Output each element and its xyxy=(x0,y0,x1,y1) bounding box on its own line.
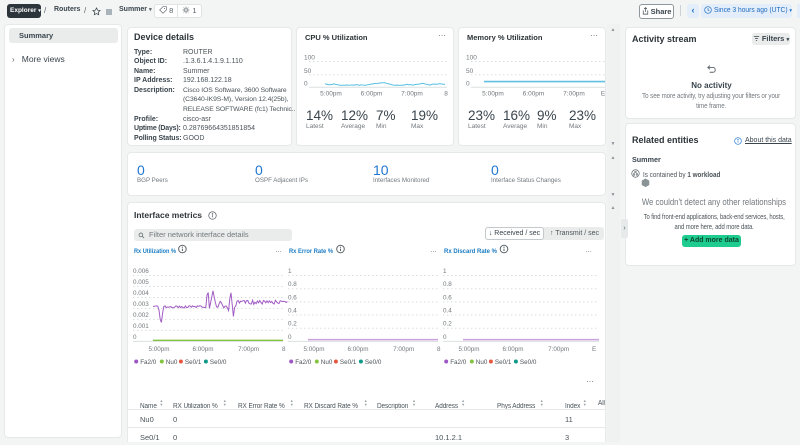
svg-text:0.005: 0.005 xyxy=(133,279,149,286)
svg-text:0.8: 0.8 xyxy=(443,281,452,288)
svg-text:0.4: 0.4 xyxy=(288,308,297,315)
svg-text:8: 8 xyxy=(282,346,286,353)
svg-text:Nu0: Nu0 xyxy=(476,359,488,366)
svg-text:E: E xyxy=(601,91,605,98)
svg-text:0.6: 0.6 xyxy=(443,294,452,301)
svg-text:0.2: 0.2 xyxy=(288,321,297,328)
svg-text:0.6: 0.6 xyxy=(288,294,297,301)
svg-text:7:00pm: 7:00pm xyxy=(393,346,414,353)
svg-text:50: 50 xyxy=(466,68,474,75)
svg-text:7:00pm: 7:00pm xyxy=(238,346,259,353)
svg-text:7:00pm: 7:00pm xyxy=(401,91,423,98)
svg-text:6:00pm: 6:00pm xyxy=(502,346,523,353)
svg-text:1: 1 xyxy=(443,268,447,275)
svg-text:E: E xyxy=(592,346,596,353)
svg-text:6:00pm: 6:00pm xyxy=(361,91,383,98)
svg-text:5:00pm: 5:00pm xyxy=(482,91,504,98)
svg-text:0: 0 xyxy=(466,80,470,87)
svg-text:…: … xyxy=(585,247,592,254)
svg-text:7:00pm: 7:00pm xyxy=(548,346,569,353)
svg-text:Se0/0: Se0/0 xyxy=(365,359,382,366)
svg-text:Fa2/0: Fa2/0 xyxy=(450,359,467,366)
svg-text:Rx Utilization %: Rx Utilization % xyxy=(134,248,176,255)
svg-text:Fa2/0: Fa2/0 xyxy=(295,359,312,366)
svg-text:8: 8 xyxy=(437,346,441,353)
svg-text:Se0/1: Se0/1 xyxy=(340,359,357,366)
svg-text:0.001: 0.001 xyxy=(133,323,149,330)
svg-text:Se0/0: Se0/0 xyxy=(520,359,537,366)
svg-text:…: … xyxy=(430,247,437,254)
svg-text:6:00pm: 6:00pm xyxy=(192,346,213,353)
svg-text:0: 0 xyxy=(133,334,137,341)
svg-text:0.8: 0.8 xyxy=(288,281,297,288)
svg-text:5:00pm: 5:00pm xyxy=(458,346,479,353)
svg-text:0.002: 0.002 xyxy=(133,312,149,319)
svg-text:0: 0 xyxy=(304,80,308,87)
svg-text:6:00pm: 6:00pm xyxy=(523,91,545,98)
svg-text:1: 1 xyxy=(288,268,292,275)
svg-text:0: 0 xyxy=(443,334,447,341)
svg-text:7:00pm: 7:00pm xyxy=(563,91,585,98)
svg-text:0.2: 0.2 xyxy=(443,321,452,328)
svg-text:5:00pm: 5:00pm xyxy=(320,91,342,98)
svg-text:50: 50 xyxy=(304,68,312,75)
svg-text:8: 8 xyxy=(444,91,448,98)
svg-text:5:00pm: 5:00pm xyxy=(303,346,324,353)
svg-text:0: 0 xyxy=(288,334,292,341)
svg-text:Rx Error Rate %: Rx Error Rate % xyxy=(289,248,333,255)
svg-text:Se0/0: Se0/0 xyxy=(210,359,227,366)
svg-text:100: 100 xyxy=(466,55,477,62)
svg-text:…: … xyxy=(275,247,282,254)
svg-text:0.006: 0.006 xyxy=(133,268,149,275)
svg-text:0.004: 0.004 xyxy=(133,290,149,297)
svg-text:Nu0: Nu0 xyxy=(321,359,333,366)
svg-text:5:00pm: 5:00pm xyxy=(148,346,169,353)
svg-text:0.4: 0.4 xyxy=(443,308,452,315)
svg-text:6:00pm: 6:00pm xyxy=(347,346,368,353)
svg-text:Nu0: Nu0 xyxy=(166,359,178,366)
svg-text:Fa2/0: Fa2/0 xyxy=(140,359,157,366)
svg-text:Rx Discard Rate %: Rx Discard Rate % xyxy=(444,248,497,255)
svg-text:Se0/1: Se0/1 xyxy=(185,359,202,366)
svg-text:100: 100 xyxy=(304,55,315,62)
svg-text:Se0/1: Se0/1 xyxy=(495,359,512,366)
svg-text:0.003: 0.003 xyxy=(133,301,149,308)
